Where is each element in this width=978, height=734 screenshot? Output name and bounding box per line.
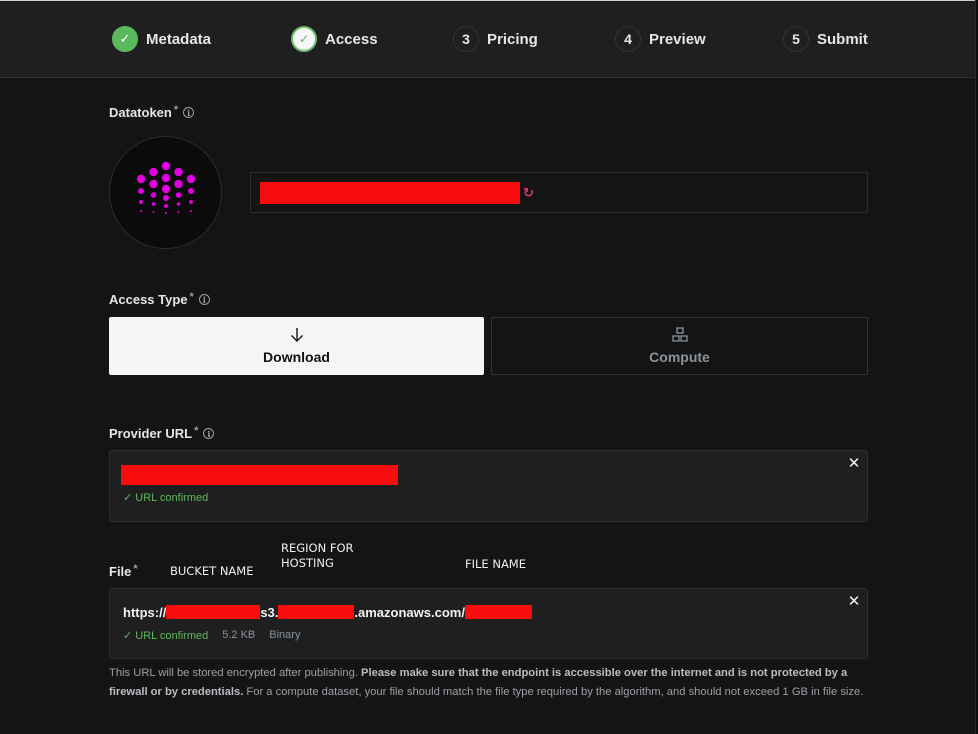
access-option-compute[interactable]: Compute (491, 317, 868, 375)
logo-dot (161, 184, 171, 194)
logo-dot (140, 210, 142, 212)
logo-dot (161, 173, 171, 183)
logo-dot (186, 174, 196, 184)
logo-dot (164, 204, 168, 208)
step-metadata[interactable]: ✓ Metadata (112, 25, 211, 53)
logo-dot (190, 210, 192, 212)
redacted-file-name (464, 605, 532, 619)
file-label: File * (109, 562, 138, 580)
logo-dot (165, 212, 167, 214)
logo-dot (151, 202, 156, 206)
check-icon: ✓ (112, 26, 138, 52)
logo-dot (138, 188, 144, 194)
required-mark: * (173, 103, 179, 116)
logo-dot (174, 179, 183, 189)
step-label: Access (325, 30, 378, 48)
logo-dot (174, 167, 183, 177)
step-label: Preview (649, 30, 706, 48)
provider-url-box: ✓ URL confirmed ✕ (109, 450, 868, 522)
file-info-row: ✓ URL confirmed 5.2 KB Binary (123, 629, 300, 642)
required-mark: * (133, 562, 138, 575)
logo-dot (163, 195, 169, 201)
close-icon[interactable]: ✕ (847, 456, 861, 471)
logo-dot (136, 174, 146, 184)
url-domain: .amazonaws.com/ (354, 605, 465, 620)
logo-dot (149, 179, 158, 189)
check-icon: ✓ (291, 26, 317, 52)
access-type-label: Access Type * i (109, 290, 210, 307)
provider-url-label: Provider URL * i (109, 424, 215, 441)
annotation-region: REGION FOR HOSTING (281, 541, 354, 570)
redacted-token-name (260, 182, 520, 204)
info-icon[interactable]: i (183, 107, 195, 118)
help-text-part: For a compute dataset, your file should … (243, 685, 864, 698)
download-arrow-icon (290, 327, 304, 345)
help-text-part: This URL will be stored encrypted after … (109, 667, 362, 679)
step-label: Metadata (146, 30, 212, 48)
label-text: Access Type (109, 292, 188, 307)
compute-blocks-icon (671, 327, 688, 345)
step-number: 4 (615, 26, 641, 52)
logo-dot (139, 200, 143, 204)
info-icon[interactable]: i (198, 294, 210, 305)
step-preview[interactable]: 4 Preview (615, 25, 706, 53)
publish-stepper: ✓ Metadata ✓ Access 3 Pricing 4 Preview … (0, 1, 975, 78)
file-url: https:// s3. .amazonaws.com/ (123, 605, 532, 620)
redacted-bucket-name (166, 605, 261, 619)
info-icon[interactable]: i (203, 428, 215, 439)
step-label: Pricing (487, 30, 538, 48)
refresh-icon[interactable]: ↻ (523, 185, 534, 201)
file-url-status: ✓ URL confirmed (123, 630, 209, 642)
access-option-download[interactable]: Download (109, 317, 484, 375)
label-text: Provider URL (109, 426, 193, 441)
annotation-file-name: FILE NAME (465, 557, 526, 571)
url-s3: s3. (260, 605, 279, 620)
required-mark: * (189, 290, 194, 303)
annotation-bucket-name: BUCKET NAME (170, 564, 254, 578)
logo-dot (161, 161, 171, 171)
redacted-provider-url (121, 465, 398, 485)
logo-dot (152, 211, 155, 213)
logo-dot (150, 192, 157, 198)
step-submit[interactable]: 5 Submit (783, 25, 868, 53)
datatoken-logo-icon (136, 161, 196, 214)
option-label: Compute (649, 349, 710, 365)
logo-dot (188, 188, 194, 194)
step-number: 3 (453, 26, 479, 52)
label-text: File (109, 564, 132, 579)
datatoken-avatar (109, 136, 222, 249)
datatoken-name-field[interactable]: ↻ (250, 172, 868, 213)
logo-dot (189, 200, 193, 204)
logo-dot (177, 211, 180, 213)
url-prefix: https:// (123, 605, 167, 620)
logo-dot (149, 167, 158, 177)
file-type: Binary (269, 629, 301, 641)
file-help-text: This URL will be stored encrypted after … (109, 664, 869, 701)
file-size: 5.2 KB (222, 629, 256, 641)
step-access[interactable]: ✓ Access (291, 25, 378, 53)
step-number: 5 (783, 26, 809, 52)
required-mark: * (194, 424, 199, 437)
redacted-region (278, 605, 355, 619)
option-label: Download (263, 349, 330, 365)
provider-url-status: ✓ URL confirmed (123, 492, 209, 504)
datatoken-label: Datatoken * i (109, 103, 195, 120)
logo-dot (175, 192, 182, 198)
close-icon[interactable]: ✕ (847, 594, 861, 609)
file-url-box: https:// s3. .amazonaws.com/ ✓ URL confirm… (109, 588, 868, 659)
step-pricing[interactable]: 3 Pricing (453, 25, 538, 53)
logo-dot (176, 202, 181, 206)
label-text: Datatoken (109, 105, 172, 120)
step-label: Submit (817, 30, 868, 48)
